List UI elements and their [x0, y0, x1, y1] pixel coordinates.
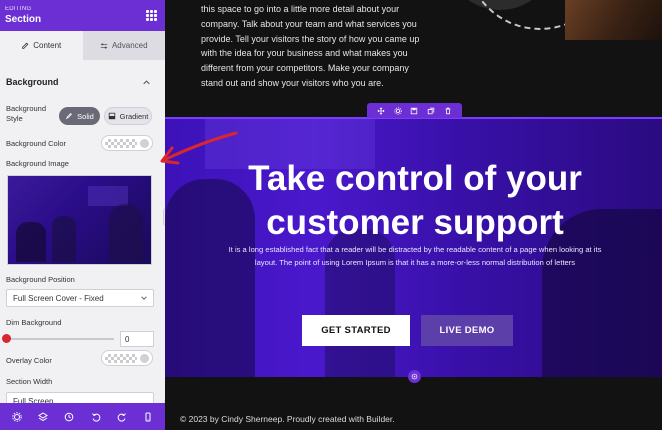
live-demo-button[interactable]: LIVE DEMO	[421, 315, 513, 346]
get-started-button[interactable]: GET STARTED	[302, 315, 410, 346]
about-paragraph: this space to go into a little more deta…	[201, 4, 420, 88]
thumb-light-area	[88, 186, 128, 206]
overlay-color-label: Overlay Color	[6, 356, 52, 365]
sidebar-tabs: Content Advanced	[0, 31, 165, 60]
app-root: EDITING Section Content Advanced Backgro…	[0, 0, 662, 430]
background-position-select[interactable]: Full Screen Cover - Fixed	[6, 289, 154, 307]
dim-background-label: Dim Background	[6, 318, 62, 327]
transparent-swatch	[105, 139, 137, 148]
section-toolbar	[367, 103, 462, 118]
background-image-preview[interactable]	[7, 175, 152, 265]
thumb-figure-1	[16, 222, 46, 262]
about-photo	[565, 0, 662, 40]
thumb-figure-2	[52, 216, 76, 262]
layers-icon[interactable]	[38, 411, 49, 422]
brush-icon	[65, 113, 73, 120]
undo-icon[interactable]	[91, 412, 101, 422]
style-solid-label: Solid	[77, 111, 94, 121]
dim-background-input[interactable]: 0	[120, 331, 154, 347]
tab-content[interactable]: Content	[0, 31, 83, 60]
style-solid-button[interactable]: Solid	[59, 107, 100, 125]
mobile-preview-icon[interactable]	[143, 412, 153, 422]
page-canvas: this space to go into a little more deta…	[165, 0, 662, 430]
footer-copyright: © 2023 by Cindy Sherneep. Proudly create…	[180, 414, 395, 424]
overlay-eyedropper-icon[interactable]	[140, 354, 149, 363]
duplicate-icon[interactable]	[427, 107, 435, 115]
background-position-value: Full Screen Cover - Fixed	[13, 294, 104, 303]
style-gradient-button[interactable]: Gradient	[104, 107, 152, 125]
move-icon[interactable]	[377, 107, 385, 115]
panel-title: Section	[5, 14, 42, 25]
background-image-label: Background Image	[6, 159, 69, 168]
tab-content-label: Content	[33, 41, 62, 50]
overlay-color-picker[interactable]	[101, 350, 153, 366]
overlay-transparent-swatch	[105, 354, 137, 363]
tab-advanced[interactable]: Advanced	[82, 31, 165, 60]
hero-section[interactable]: Take control of your customer support It…	[165, 117, 662, 377]
delete-icon[interactable]	[444, 107, 452, 115]
sidebar-footer-toolbar	[0, 403, 165, 430]
add-section-button[interactable]	[408, 370, 421, 383]
background-style-label: Background Style	[6, 104, 47, 123]
hero-title: Take control of your customer support	[248, 159, 582, 242]
sidebar-body: Background Background Style Solid Gradie…	[0, 60, 165, 410]
about-image	[455, 0, 662, 40]
background-color-picker[interactable]	[101, 135, 153, 151]
settings-icon[interactable]	[12, 411, 22, 422]
style-gradient-label: Gradient	[119, 111, 149, 121]
hero-description: It is a long established fact that a rea…	[228, 245, 602, 267]
gradient-icon	[108, 112, 115, 120]
dim-slider-track[interactable]	[6, 338, 114, 340]
settings-icon[interactable]	[394, 106, 402, 115]
thumb-figure-3	[109, 204, 143, 262]
sidebar-header: EDITING Section	[0, 0, 165, 31]
chevron-down-icon	[141, 296, 147, 300]
editing-label: EDITING	[5, 6, 32, 12]
editor-sidebar: EDITING Section Content Advanced Backgro…	[0, 0, 165, 430]
save-icon[interactable]	[410, 107, 418, 115]
history-icon[interactable]	[64, 412, 74, 422]
apps-grid-icon[interactable]	[146, 10, 157, 21]
tab-advanced-label: Advanced	[111, 41, 148, 50]
background-position-label: Background Position	[6, 275, 75, 284]
plus-icon	[411, 373, 418, 380]
section-heading: Background	[6, 77, 59, 87]
dim-slider-handle[interactable]	[2, 334, 11, 343]
chevron-up-icon[interactable]	[143, 79, 150, 86]
section-width-label: Section Width	[6, 377, 53, 386]
sliders-icon	[100, 42, 108, 49]
pencil-icon	[22, 42, 29, 49]
redo-icon[interactable]	[117, 412, 127, 422]
eyedropper-icon[interactable]	[140, 139, 149, 148]
background-color-label: Background Color	[6, 139, 67, 148]
